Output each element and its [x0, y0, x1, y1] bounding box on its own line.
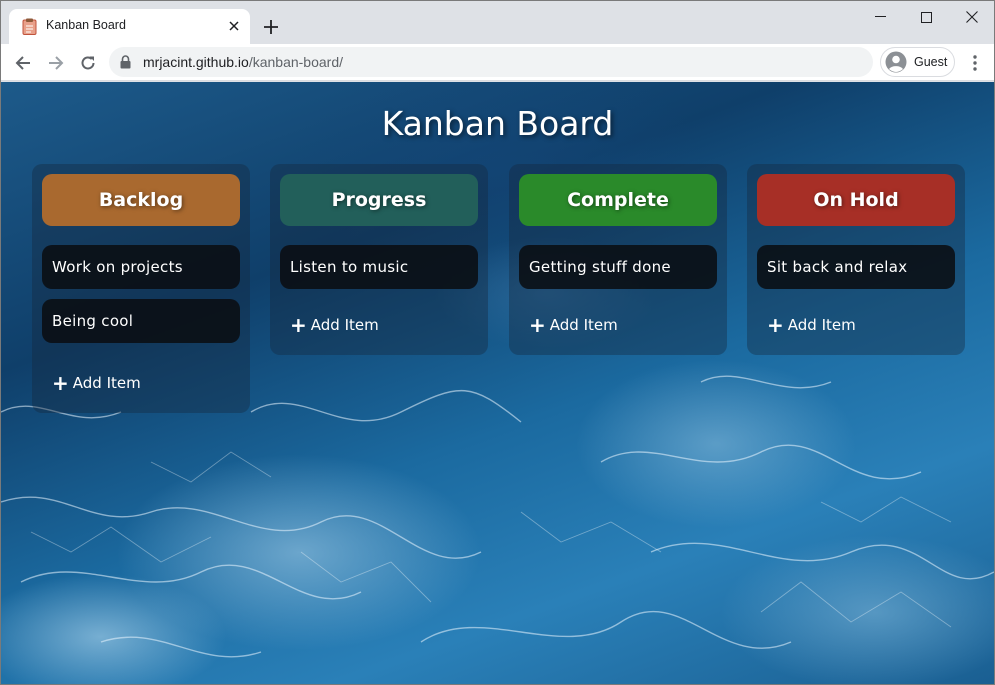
profile-label: Guest [914, 55, 948, 69]
card-item[interactable]: Listen to music [280, 245, 478, 289]
add-item-button[interactable]: + Add Item [290, 313, 379, 337]
plus-icon: + [52, 371, 69, 395]
minimize-icon[interactable] [857, 1, 903, 33]
add-item-label: Add Item [72, 374, 141, 392]
column-backlog: Backlog Work on projects Being cool + Ad… [32, 164, 250, 413]
close-tab-icon[interactable] [225, 17, 243, 35]
back-arrow-icon[interactable] [9, 49, 37, 77]
reload-icon[interactable] [74, 49, 102, 77]
add-item-label: Add Item [787, 316, 856, 334]
plus-icon: + [529, 313, 546, 337]
lock-icon [120, 55, 131, 69]
add-item-label: Add Item [549, 316, 618, 334]
card-item[interactable]: Sit back and relax [757, 245, 955, 289]
add-item-button[interactable]: + Add Item [52, 371, 141, 395]
column-on-hold: On Hold Sit back and relax + Add Item [747, 164, 965, 355]
add-item-label: Add Item [310, 316, 379, 334]
avatar-icon [885, 51, 907, 73]
card-item[interactable]: Getting stuff done [519, 245, 717, 289]
tab-strip: Kanban Board [1, 1, 994, 44]
clipboard-icon [22, 18, 37, 35]
url-text: mrjacint.github.io/kanban-board/ [143, 54, 343, 70]
new-tab-icon[interactable] [260, 16, 282, 38]
card-item[interactable]: Work on projects [42, 245, 240, 289]
kebab-menu-icon[interactable] [963, 49, 987, 77]
close-window-icon[interactable] [949, 1, 994, 33]
tab-title: Kanban Board [46, 18, 126, 32]
url-host: mrjacint.github.io [143, 54, 249, 70]
maximize-icon[interactable] [903, 1, 949, 33]
column-complete: Complete Getting stuff done + Add Item [509, 164, 727, 355]
page-viewport: Kanban Board Backlog Work on projects Be… [1, 82, 994, 684]
column-header-on-hold: On Hold [757, 174, 955, 226]
column-progress: Progress Listen to music + Add Item [270, 164, 488, 355]
forward-arrow-icon[interactable] [42, 49, 70, 77]
column-header-backlog: Backlog [42, 174, 240, 226]
add-item-button[interactable]: + Add Item [529, 313, 618, 337]
address-bar[interactable]: mrjacint.github.io/kanban-board/ [109, 47, 873, 77]
url-path: /kanban-board/ [248, 54, 344, 70]
tab-kanban-board[interactable]: Kanban Board [9, 9, 250, 44]
profile-button[interactable]: Guest [880, 47, 955, 77]
browser-window: Kanban Board mrjacint.github.io/kanban-b… [0, 0, 995, 685]
kanban-board: Backlog Work on projects Being cool + Ad… [32, 164, 967, 424]
card-item[interactable]: Being cool [42, 299, 240, 343]
add-item-button[interactable]: + Add Item [767, 313, 856, 337]
column-header-complete: Complete [519, 174, 717, 226]
page-title: Kanban Board [381, 104, 614, 143]
column-header-progress: Progress [280, 174, 478, 226]
browser-toolbar: mrjacint.github.io/kanban-board/ Guest [1, 44, 994, 81]
plus-icon: + [767, 313, 784, 337]
plus-icon: + [290, 313, 307, 337]
